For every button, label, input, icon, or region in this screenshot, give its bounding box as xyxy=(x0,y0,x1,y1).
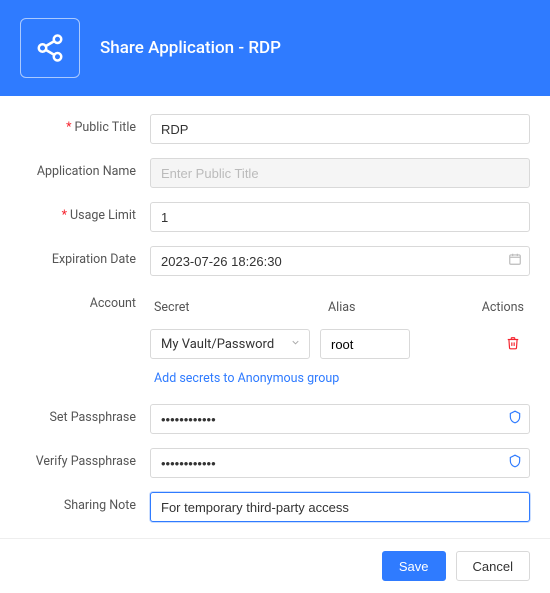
account-columns: Secret Alias Actions xyxy=(150,294,530,329)
shield-icon xyxy=(508,410,522,428)
col-actions: Actions xyxy=(470,300,530,315)
set-passphrase-input[interactable] xyxy=(150,404,530,434)
label-usage-limit: *Usage Limit xyxy=(20,202,150,223)
row-sharing-note: Sharing Note xyxy=(20,492,530,522)
label-account: Account xyxy=(20,290,150,311)
row-account: Account Secret Alias Actions My Vault/Pa… xyxy=(20,290,530,390)
row-public-title: *Public Title xyxy=(20,114,530,144)
application-name-input xyxy=(150,158,530,188)
expiration-date-input[interactable] xyxy=(150,246,530,276)
account-row: My Vault/Password xyxy=(150,329,530,359)
row-application-name: Application Name xyxy=(20,158,530,188)
share-icon-box xyxy=(20,18,80,78)
sharing-note-input[interactable] xyxy=(150,492,530,522)
row-verify-passphrase: Verify Passphrase xyxy=(20,448,530,478)
secret-select[interactable]: My Vault/Password xyxy=(150,329,310,359)
dialog-title: Share Application - RDP xyxy=(100,38,281,58)
verify-passphrase-input[interactable] xyxy=(150,448,530,478)
label-public-title: *Public Title xyxy=(20,114,150,135)
dialog-footer: Save Cancel xyxy=(0,538,550,593)
usage-limit-input[interactable] xyxy=(150,202,530,232)
label-application-name: Application Name xyxy=(20,158,150,179)
row-expiration-date: Expiration Date xyxy=(20,246,530,276)
add-secrets-link[interactable]: Add secrets to Anonymous group xyxy=(154,371,339,386)
shield-icon xyxy=(508,454,522,472)
col-alias: Alias xyxy=(320,300,470,315)
label-sharing-note: Sharing Note xyxy=(20,492,150,513)
cancel-button[interactable]: Cancel xyxy=(456,551,530,581)
share-icon xyxy=(35,33,65,63)
row-usage-limit: *Usage Limit xyxy=(20,202,530,232)
label-expiration-date: Expiration Date xyxy=(20,246,150,267)
save-button[interactable]: Save xyxy=(382,551,446,581)
row-set-passphrase: Set Passphrase xyxy=(20,404,530,434)
label-set-passphrase: Set Passphrase xyxy=(20,404,150,425)
label-verify-passphrase: Verify Passphrase xyxy=(20,448,150,469)
alias-input[interactable] xyxy=(320,329,410,359)
dialog-header: Share Application - RDP xyxy=(0,0,550,96)
public-title-input[interactable] xyxy=(150,114,530,144)
trash-icon xyxy=(506,336,520,350)
secret-select-value: My Vault/Password xyxy=(161,337,274,352)
delete-row-button[interactable] xyxy=(502,332,524,357)
chevron-down-icon xyxy=(290,337,301,352)
form-body: *Public Title Application Name *Usage Li… xyxy=(0,96,550,538)
col-secret: Secret xyxy=(150,300,320,315)
